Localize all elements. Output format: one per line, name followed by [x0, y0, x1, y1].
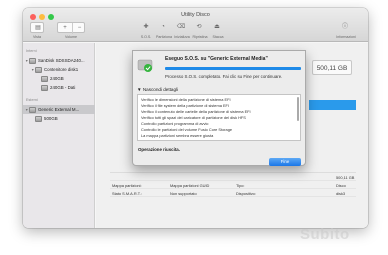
remove-volume-button[interactable]: −	[72, 23, 86, 34]
first-aid-checkmark-icon	[137, 59, 153, 72]
volume-buttons: + −	[57, 22, 86, 34]
info-label: Informazioni	[336, 34, 356, 39]
title-bar: Utility Disco ▤ Vista + − Volume ✚ S.O.S…	[23, 8, 368, 42]
unmount-icon[interactable]: ⏏	[211, 22, 223, 33]
volume-icon	[41, 75, 48, 82]
sheet-title: Eseguo S.O.S. su "Generic External Media…	[165, 56, 268, 62]
sidebar-item-label: 240GB	[50, 76, 64, 81]
result-text: Operazione riuscita.	[138, 147, 180, 152]
progress-bar	[165, 67, 301, 70]
log-line: La mappa partizioni sembra essere giusta	[141, 133, 214, 138]
log-line: Verifico il contenuto delle cartelle del…	[141, 109, 251, 114]
info-label: Tipo:	[236, 183, 245, 188]
log-line: Verifico tutti gli spazi del caricatore …	[141, 115, 246, 120]
disclosure-triangle-icon[interactable]: ▼	[31, 68, 34, 72]
sidebar-item-label: 500GB	[44, 116, 58, 121]
add-volume-button[interactable]: +	[58, 23, 72, 34]
log-line: Controllo le partizioni del volume Fusio…	[141, 127, 233, 132]
capacity-display: 500,11 GB	[312, 60, 352, 75]
unmount-label: Stacca	[212, 34, 224, 39]
volume-icon	[41, 84, 48, 91]
hard-disk-icon	[29, 57, 36, 64]
window-title: Utility Disco	[181, 12, 210, 18]
info-icon[interactable]: ⓘ	[339, 22, 351, 33]
info-value: 500,11 GB	[336, 175, 355, 180]
sidebar-item-internal-disk[interactable]: ▼ SanDisk SDSSDA240...	[23, 56, 95, 65]
vista-label: Vista	[33, 34, 41, 39]
erase-icon[interactable]: ⌫	[175, 22, 187, 33]
info-label: Dispositivo:	[236, 191, 256, 196]
info-label: Mappa partizioni:	[112, 183, 142, 188]
disk-info-table: 500,11 GB Mappa partizioni: Mappa partiz…	[110, 172, 356, 197]
sidebar-item-external-disk[interactable]: ▼ Generic External M...	[23, 105, 95, 114]
table-row: 500,11 GB	[110, 173, 356, 181]
restore-icon[interactable]: ⟲	[193, 22, 205, 33]
table-row: Stato S.M.A.R.T.: Non supportato Disposi…	[110, 189, 356, 197]
details-log[interactable]: Verifico le dimensioni della partizione …	[137, 94, 301, 141]
info-value: Mappa partizioni GUID	[170, 183, 210, 188]
done-button[interactable]: Fine	[269, 158, 301, 166]
sidebar-item-label: Contenitore disk1	[44, 67, 79, 72]
external-section-header: Esterni	[26, 98, 38, 102]
volume-label: Volume	[65, 34, 77, 39]
internal-section-header: Interni	[26, 49, 37, 53]
sidebar: Interni ▼ SanDisk SDSSDA240... ▼ Conteni…	[23, 43, 95, 228]
partition-icon[interactable]: ◔	[157, 22, 169, 33]
disclosure-triangle-icon[interactable]: ▼	[25, 59, 28, 63]
sidebar-item-volume-240gb[interactable]: 240GB	[23, 74, 95, 83]
volume-icon	[35, 115, 42, 122]
usage-bar	[309, 100, 356, 110]
sidebar-item-container[interactable]: ▼ Contenitore disk1	[23, 65, 95, 74]
info-label: Stato S.M.A.R.T.:	[112, 191, 142, 196]
log-line: Controllo partizioni programma di avvio	[141, 121, 209, 126]
external-disk-icon	[29, 106, 36, 113]
disk-utility-window: Utility Disco ▤ Vista + − Volume ✚ S.O.S…	[23, 8, 368, 228]
sidebar-item-label: 240GB - Dati	[50, 85, 76, 90]
info-value: Disco	[336, 183, 346, 188]
sidebar-item-label: SanDisk SDSSDA240...	[38, 58, 85, 63]
table-row: Mappa partizioni: Mappa partizioni GUID …	[110, 181, 356, 189]
disclosure-triangle-icon[interactable]: ▼	[25, 108, 28, 112]
first-aid-sheet: Eseguo S.O.S. su "Generic External Media…	[132, 50, 306, 166]
vista-button[interactable]: ▤	[30, 22, 44, 33]
hide-details-toggle[interactable]: ▼ Nascondi dettagli	[137, 87, 178, 92]
info-value: disk3	[336, 191, 346, 196]
hide-details-label: Nascondi dettagli	[142, 87, 179, 92]
sidebar-icon: ▤	[35, 25, 41, 31]
log-line: Verifico le dimensioni della partizione …	[141, 97, 231, 102]
sidebar-item-label: Generic External M...	[38, 107, 80, 112]
watermark: Subito	[300, 226, 350, 243]
container-icon	[35, 66, 42, 73]
info-value: Non supportato	[170, 191, 197, 196]
status-text: Processo S.O.S. completato. Fai clic su …	[165, 74, 283, 79]
sidebar-item-volume-240gb-data[interactable]: 240GB - Dati	[23, 83, 95, 92]
first-aid-icon[interactable]: ✚	[140, 22, 152, 33]
sidebar-item-volume-500gb[interactable]: 500GB	[23, 114, 95, 123]
log-scrollbar[interactable]	[297, 97, 299, 121]
log-line: Verifico il file system della partizione…	[141, 103, 230, 108]
